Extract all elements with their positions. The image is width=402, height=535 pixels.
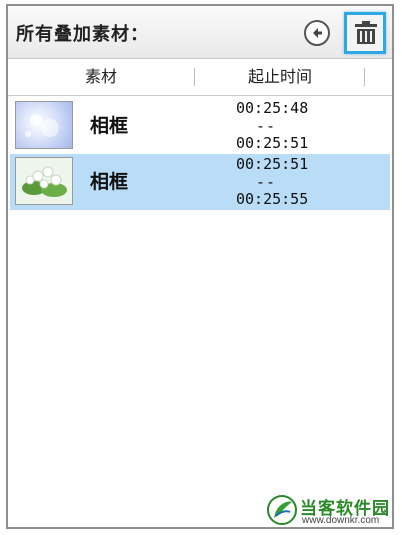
column-time[interactable]: 起止时间	[194, 59, 366, 95]
list-item[interactable]: 相框 00:25:51 -- 00:25:55	[10, 154, 390, 210]
time-separator: --	[256, 117, 277, 135]
time-range: 00:25:51 -- 00:25:55	[236, 156, 326, 208]
site-watermark: 当客软件园 www.downkr.com	[266, 494, 398, 530]
panel-header: 所有叠加素材：	[8, 6, 392, 59]
back-button[interactable]	[304, 20, 330, 46]
start-time: 00:25:51	[236, 155, 309, 173]
delete-button[interactable]	[344, 12, 386, 54]
end-time: 00:25:55	[236, 190, 309, 208]
material-name: 相框	[90, 171, 129, 193]
flower-frame-thumbnail-image	[22, 166, 67, 197]
photo-frame-thumbnail-image	[25, 114, 59, 137]
trash-icon	[355, 21, 377, 44]
time-separator: --	[256, 173, 277, 191]
start-time: 00:25:48	[236, 99, 309, 117]
circle-left-arrow-icon	[313, 28, 322, 38]
panel-title: 所有叠加素材：	[16, 24, 149, 45]
material-name: 相框	[90, 115, 129, 137]
watermark-url: www.downkr.com	[302, 515, 380, 526]
list-item[interactable]: 相框 00:25:48 -- 00:25:51	[10, 98, 390, 154]
site-logo-icon	[267, 495, 297, 525]
overlay-materials-panel: 所有叠加素材： 素材 起止时间 相框 00:25:48 -- 00:25:51 …	[6, 4, 394, 529]
time-range: 00:25:48 -- 00:25:51	[236, 100, 326, 152]
column-divider	[364, 68, 365, 86]
materials-list: 相框 00:25:48 -- 00:25:51 相框 00:25:51 -- 0…	[10, 98, 390, 210]
end-time: 00:25:51	[236, 134, 309, 152]
column-material[interactable]: 素材	[8, 59, 194, 95]
material-thumbnail	[15, 157, 73, 205]
column-header: 素材 起止时间	[8, 59, 392, 96]
material-thumbnail	[15, 101, 73, 149]
